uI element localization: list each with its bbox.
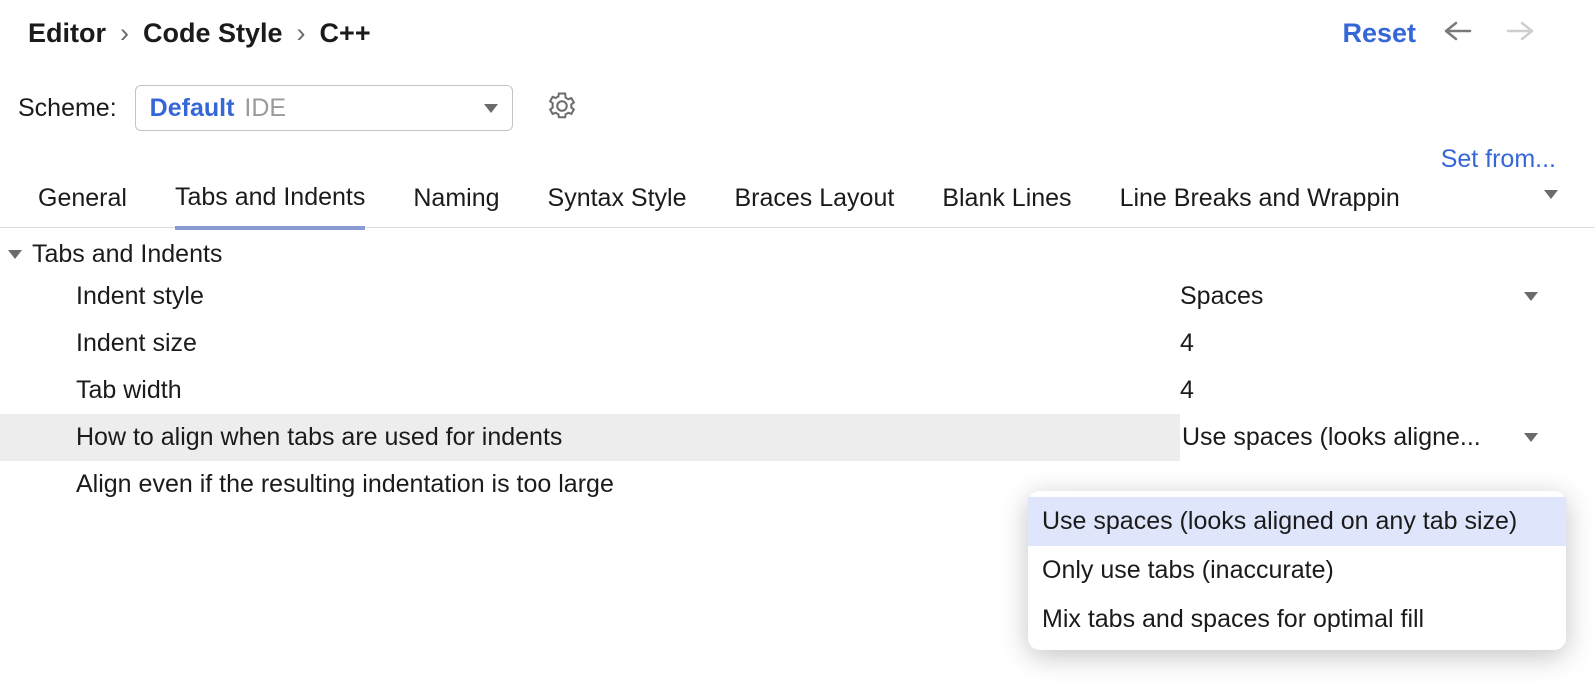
header-row: Editor › Code Style › C++ Reset [0, 0, 1594, 49]
row-label: Indent style [76, 282, 1180, 311]
breadcrumb-separator: › [120, 18, 129, 49]
scheme-value-name: Default [150, 94, 235, 123]
row-label: How to align when tabs are used for inde… [76, 423, 562, 452]
tab-line-breaks[interactable]: Line Breaks and Wrappin [1120, 184, 1400, 227]
chevron-down-icon [1524, 292, 1538, 301]
scheme-select[interactable]: Default IDE [135, 85, 513, 131]
forward-arrow-icon [1506, 19, 1536, 48]
row-indent-style[interactable]: Indent style Spaces [0, 273, 1594, 320]
breadcrumb: Editor › Code Style › C++ [28, 18, 371, 49]
set-from-row: Set from... [0, 131, 1594, 174]
tabs-overflow-chevron-icon[interactable] [1544, 190, 1558, 199]
set-from-link[interactable]: Set from... [1441, 145, 1556, 174]
dropdown-option-only-tabs[interactable]: Only use tabs (inaccurate) [1028, 546, 1566, 595]
reset-button[interactable]: Reset [1342, 18, 1416, 49]
row-value[interactable]: 4 [1180, 329, 1558, 358]
breadcrumb-editor[interactable]: Editor [28, 18, 106, 49]
dropdown-option-use-spaces[interactable]: Use spaces (looks aligned on any tab siz… [1028, 497, 1566, 546]
row-label: Indent size [76, 329, 1180, 358]
dropdown-option-mix[interactable]: Mix tabs and spaces for optimal fill [1028, 595, 1566, 644]
row-value-select[interactable]: Use spaces (looks aligne... [1180, 414, 1594, 461]
scheme-value-scope: IDE [244, 94, 286, 123]
scheme-row: Scheme: Default IDE [0, 49, 1594, 131]
breadcrumb-cpp: C++ [320, 18, 371, 49]
tab-naming[interactable]: Naming [413, 184, 499, 227]
gear-icon [547, 91, 577, 121]
tab-tabs-and-indents[interactable]: Tabs and Indents [175, 183, 365, 230]
chevron-down-icon [484, 104, 498, 113]
back-arrow-icon[interactable] [1442, 19, 1472, 48]
row-label: Tab width [76, 376, 1180, 405]
breadcrumb-separator: › [297, 18, 306, 49]
tab-braces-layout[interactable]: Braces Layout [734, 184, 894, 227]
scheme-label: Scheme: [18, 94, 117, 123]
row-value-select[interactable]: Spaces [1180, 282, 1558, 311]
tab-general[interactable]: General [38, 184, 127, 227]
dropdown-popup: Use spaces (looks aligned on any tab siz… [1028, 491, 1566, 650]
section-title: Tabs and Indents [32, 240, 222, 269]
row-tab-width[interactable]: Tab width 4 [0, 367, 1594, 414]
nav-arrows [1442, 19, 1566, 48]
section-header[interactable]: Tabs and Indents [0, 228, 1594, 273]
collapse-icon [8, 250, 22, 259]
tab-blank-lines[interactable]: Blank Lines [942, 184, 1071, 227]
row-how-to-align[interactable]: How to align when tabs are used for inde… [0, 414, 1594, 461]
row-indent-size[interactable]: Indent size 4 [0, 320, 1594, 367]
row-label: Align even if the resulting indentation … [76, 470, 1180, 499]
breadcrumb-code-style[interactable]: Code Style [143, 18, 283, 49]
row-value[interactable]: 4 [1180, 376, 1558, 405]
tab-syntax-style[interactable]: Syntax Style [548, 184, 687, 227]
chevron-down-icon [1524, 433, 1538, 442]
tabs-bar: General Tabs and Indents Naming Syntax S… [0, 174, 1594, 228]
scheme-actions-button[interactable] [547, 91, 577, 126]
